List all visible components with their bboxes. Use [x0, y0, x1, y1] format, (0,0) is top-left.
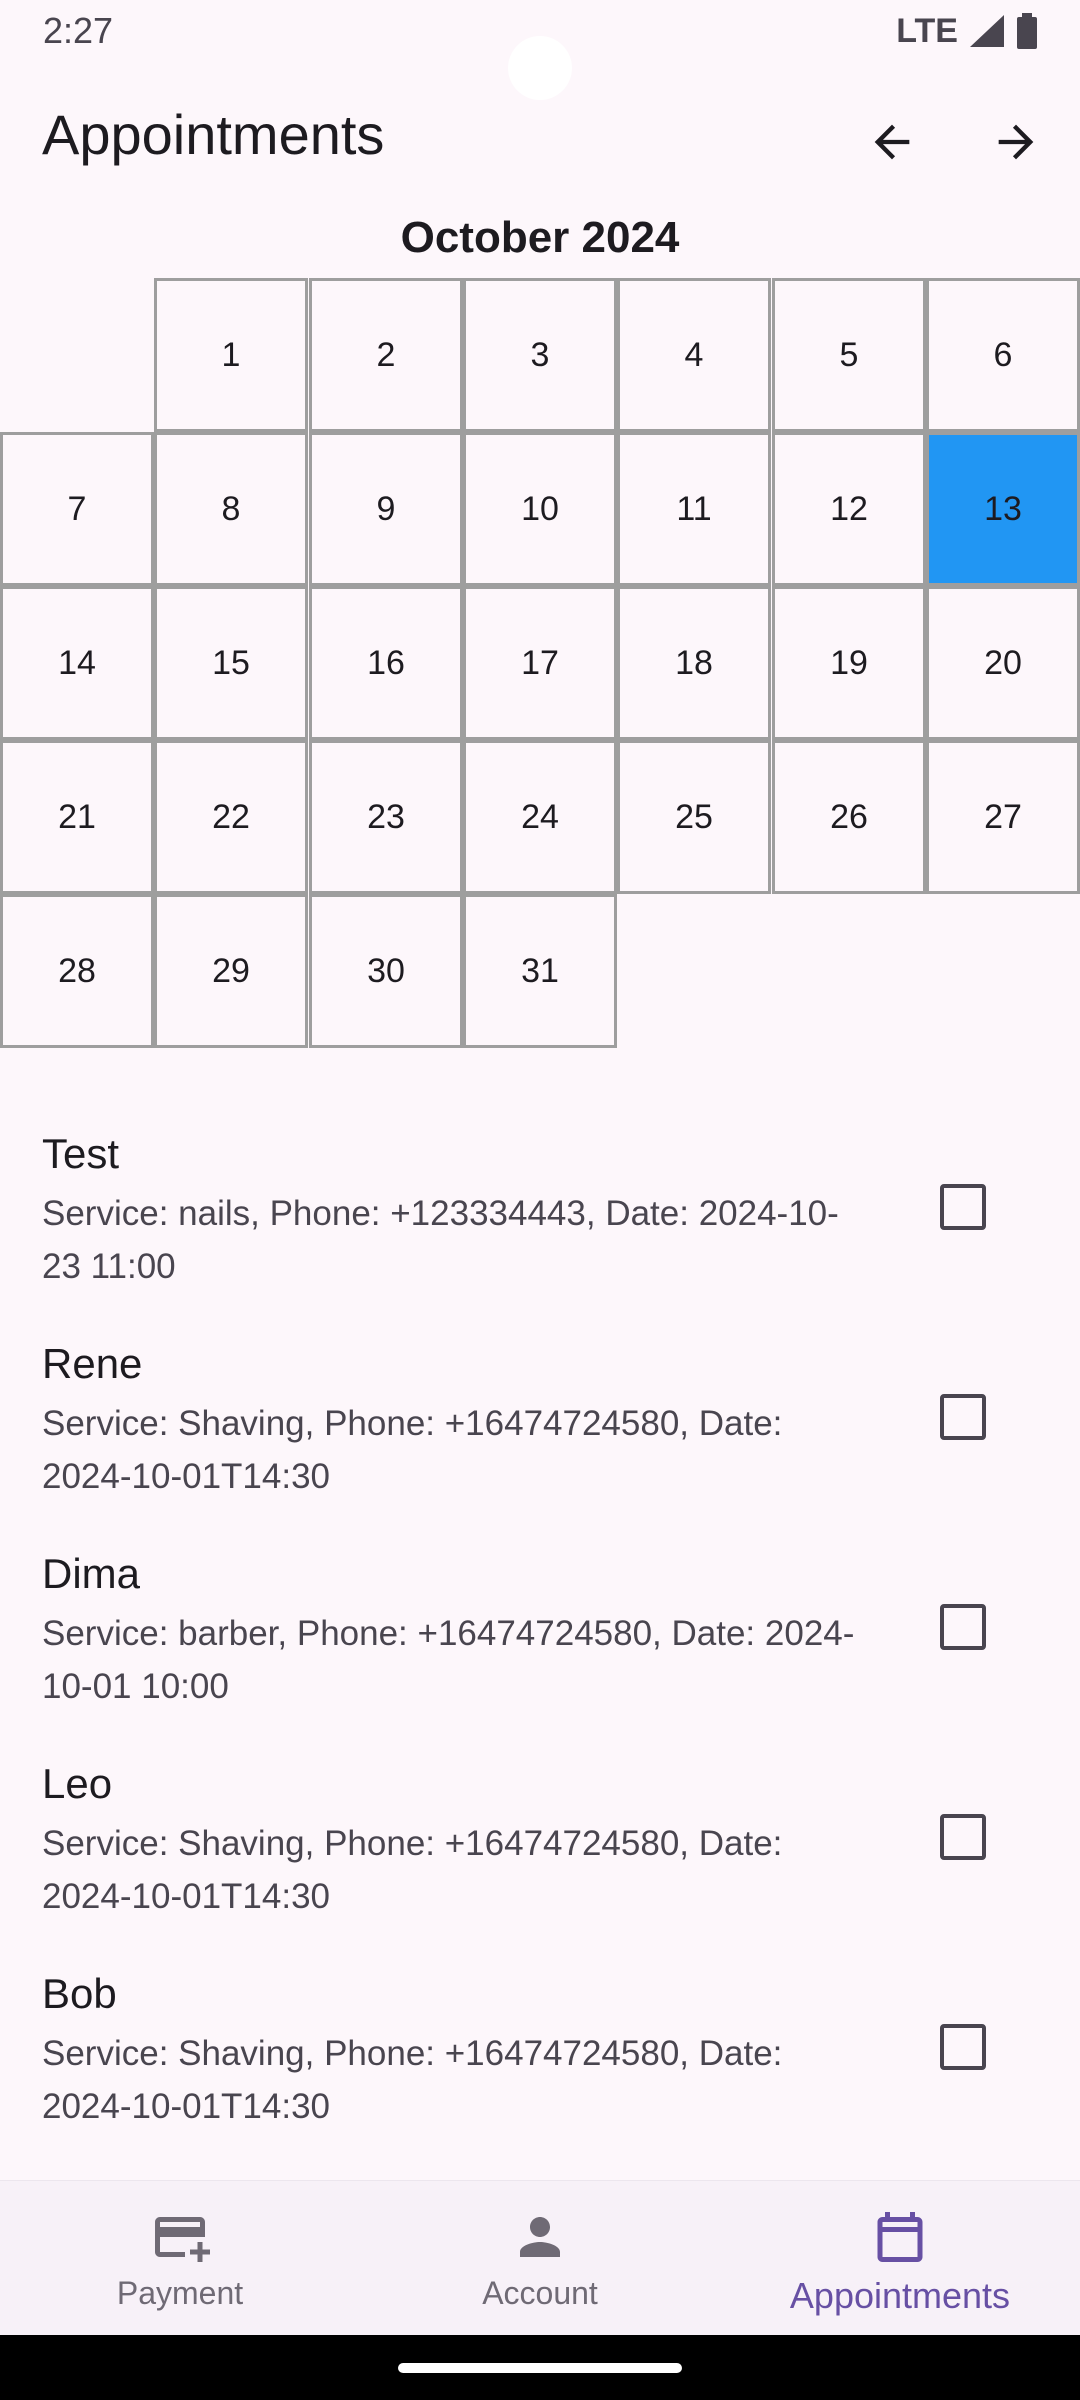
calendar-day[interactable]: 7 — [0, 432, 154, 586]
calendar-day[interactable]: 15 — [154, 586, 308, 740]
appointment-item[interactable]: Leo Service: Shaving, Phone: +16474724580… — [0, 1740, 1080, 1950]
add-card-icon — [150, 2207, 210, 2267]
status-icons: LTE — [896, 10, 1038, 52]
person-icon — [510, 2207, 570, 2267]
appointment-item[interactable]: Bob Service: Shaving, Phone: +16474724580… — [0, 1950, 1080, 2160]
appointment-name: Bob — [42, 1970, 117, 2017]
appointment-item[interactable]: Rene Service: Shaving, Phone: +1647472458… — [0, 1320, 1080, 1530]
appointment-checkbox[interactable] — [940, 1184, 986, 1230]
appointment-checkbox[interactable] — [940, 2024, 986, 2070]
calendar-day[interactable]: 27 — [926, 740, 1080, 894]
nav-payment[interactable]: Payment — [0, 2181, 360, 2336]
calendar-day[interactable]: 21 — [0, 740, 154, 894]
month-title: October 2024 — [400, 213, 680, 262]
appointment-name: Leo — [42, 1760, 113, 1807]
calendar-day[interactable]: 28 — [0, 894, 154, 1048]
nav-appointments[interactable]: Appointments — [720, 2181, 1080, 2336]
home-gesture-handle[interactable] — [398, 2363, 682, 2373]
page-title: Appointments — [42, 103, 385, 166]
calendar-day-selected[interactable]: 13 — [926, 432, 1080, 586]
calendar-day[interactable]: 3 — [463, 278, 617, 432]
calendar-day[interactable]: 31 — [463, 894, 617, 1048]
calendar-day[interactable]: 2 — [309, 278, 463, 432]
screen: 2:27 LTE Appointments October 2024 1 2 3… — [0, 0, 1080, 2400]
calendar-day[interactable]: 24 — [463, 740, 617, 894]
previous-month-button[interactable] — [852, 102, 932, 182]
calendar-day[interactable]: 25 — [617, 740, 771, 894]
calendar-day[interactable]: 30 — [309, 894, 463, 1048]
battery-icon — [1017, 13, 1037, 49]
bottom-navigation: Payment Account Appointments — [0, 2180, 1080, 2335]
appointment-details: Service: Shaving, Phone: +16474724580, D… — [42, 1404, 783, 1496]
appointments-list: Test Service: nails, Phone: +123334443, D… — [0, 1110, 1080, 2160]
appointment-details: Service: barber, Phone: +16474724580, Da… — [42, 1614, 855, 1706]
nav-payment-label: Payment — [116, 2275, 244, 2311]
appointment-item[interactable]: Test Service: nails, Phone: +123334443, D… — [0, 1110, 1080, 1320]
calendar-day[interactable]: 16 — [309, 586, 463, 740]
arrow-right-icon — [998, 124, 1034, 160]
calendar-day[interactable]: 1 — [154, 278, 308, 432]
nav-appointments-label: Appointments — [789, 2275, 1011, 2316]
status-time: 2:27 — [43, 10, 114, 51]
calendar-day[interactable]: 14 — [0, 586, 154, 740]
appointment-checkbox[interactable] — [940, 1604, 986, 1650]
appointment-checkbox[interactable] — [940, 1814, 986, 1860]
calendar-day[interactable]: 29 — [154, 894, 308, 1048]
next-month-button[interactable] — [976, 102, 1056, 182]
calendar-day[interactable]: 17 — [463, 586, 617, 740]
calendar-day[interactable]: 5 — [772, 278, 926, 432]
signal-icon — [970, 15, 1004, 47]
appointment-details: Service: nails, Phone: +123334443, Date:… — [42, 1194, 839, 1286]
network-type: LTE — [896, 11, 958, 50]
app-bar: Appointments — [0, 90, 1080, 180]
calendar-day[interactable]: 11 — [617, 432, 771, 586]
gesture-navigation-area — [0, 2335, 1080, 2400]
appointment-details: Service: Shaving, Phone: +16474724580, D… — [42, 2034, 783, 2126]
calendar-day[interactable]: 22 — [154, 740, 308, 894]
calendar-day[interactable]: 26 — [772, 740, 926, 894]
calendar-day[interactable]: 19 — [772, 586, 926, 740]
appointment-name: Dima — [42, 1550, 141, 1597]
nav-account-label: Account — [482, 2275, 598, 2311]
calendar-day[interactable]: 10 — [463, 432, 617, 586]
status-bar: 2:27 LTE — [0, 0, 1080, 100]
arrow-left-icon — [874, 124, 910, 160]
calendar-day[interactable]: 8 — [154, 432, 308, 586]
appointment-checkbox[interactable] — [940, 1394, 986, 1440]
appointment-item[interactable]: Dima Service: barber, Phone: +16474724580… — [0, 1530, 1080, 1740]
calendar-icon — [870, 2207, 930, 2267]
nav-account[interactable]: Account — [360, 2181, 720, 2336]
appointment-name: Test — [42, 1130, 120, 1177]
calendar-grid: 1 2 3 4 5 6 7 8 9 10 11 12 13 14 15 16 17 18 19 20 21 22 23 24 2… — [0, 278, 1080, 1048]
calendar-day[interactable]: 6 — [926, 278, 1080, 432]
calendar-day[interactable]: 4 — [617, 278, 771, 432]
calendar-day[interactable]: 18 — [617, 586, 771, 740]
calendar-day[interactable]: 20 — [926, 586, 1080, 740]
appointment-details: Service: Shaving, Phone: +16474724580, D… — [42, 1824, 783, 1916]
appointment-name: Rene — [42, 1340, 143, 1387]
calendar-day[interactable]: 23 — [309, 740, 463, 894]
calendar-day[interactable]: 12 — [772, 432, 926, 586]
calendar-day[interactable]: 9 — [309, 432, 463, 586]
